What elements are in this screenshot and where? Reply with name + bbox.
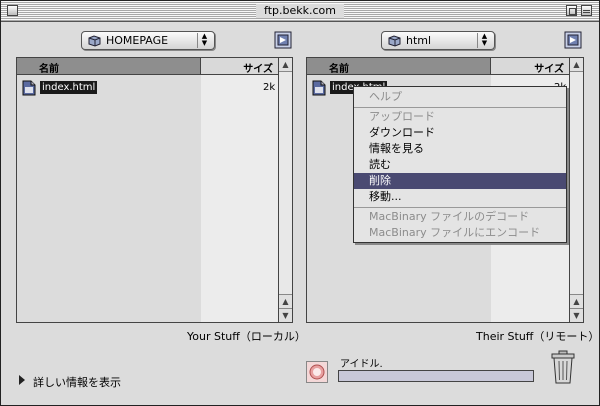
remote-size-column-header[interactable]: サイズ [491, 58, 571, 75]
local-location-label: Your Stuff（ローカル） [187, 330, 306, 343]
scroll-down-arrow-icon[interactable]: ▼ [279, 308, 292, 322]
remote-folder-popup[interactable]: html ▲ ▼ [381, 31, 495, 50]
context-menu: ヘルプ アップロード ダウンロード 情報を見る 読む 削除 移動... MacB… [353, 86, 567, 243]
scroll-up-arrow-icon[interactable]: ▲ [570, 294, 583, 308]
local-scrollbar[interactable]: ▲ ▲ ▼ [278, 58, 292, 322]
window-title: ftp.bekk.com [256, 4, 344, 18]
local-file-name: index.html [40, 81, 98, 94]
remote-folder-name: html [406, 34, 432, 47]
refresh-icon[interactable] [564, 31, 582, 49]
scroll-down-arrow-icon[interactable]: ▼ [570, 308, 583, 322]
local-size-column-header[interactable]: サイズ [201, 58, 280, 75]
local-name-column [17, 75, 201, 322]
local-list-header: 名前 サイズ [17, 58, 280, 75]
remote-list-header: 名前 サイズ [307, 58, 571, 75]
zoom-box-icon[interactable] [566, 5, 577, 16]
scroll-up-arrow-icon[interactable]: ▲ [570, 58, 583, 72]
remote-scrollbar[interactable]: ▲ ▲ ▼ [569, 58, 583, 322]
menu-item-read[interactable]: 読む [354, 157, 566, 173]
trash-icon[interactable] [550, 350, 576, 384]
stop-icon[interactable] [306, 361, 328, 383]
local-file-size: 2k [263, 82, 276, 93]
scroll-up-arrow-icon[interactable]: ▲ [279, 294, 292, 308]
folder-icon [388, 35, 401, 47]
menu-separator [354, 207, 566, 208]
menu-item-get-info[interactable]: 情報を見る [354, 141, 566, 157]
close-box-icon[interactable] [7, 5, 18, 16]
folder-icon [88, 35, 101, 47]
title-bar[interactable]: ftp.bekk.com [1, 1, 599, 22]
menu-item-decode-macbinary[interactable]: MacBinary ファイルのデコード [354, 209, 566, 225]
popup-arrows-icon: ▲ ▼ [477, 33, 491, 48]
local-file-row[interactable]: index.html 2k [21, 80, 279, 96]
popup-arrows-icon: ▲ ▼ [197, 33, 211, 48]
local-folder-popup[interactable]: HOMEPAGE ▲ ▼ [81, 31, 215, 50]
menu-item-upload[interactable]: アップロード [354, 109, 566, 125]
menu-item-help[interactable]: ヘルプ [354, 89, 566, 105]
remote-location-label: Their Stuff（リモート） [476, 330, 600, 343]
local-name-column-header[interactable]: 名前 [17, 58, 201, 75]
menu-separator [354, 107, 566, 108]
status-text: アイドル. [340, 359, 383, 370]
menu-item-encode-macbinary[interactable]: MacBinary ファイルにエンコード [354, 225, 566, 241]
remote-name-header-label: 名前 [329, 64, 349, 75]
progress-bar [338, 370, 534, 382]
html-file-icon [312, 80, 326, 96]
local-name-header-label: 名前 [39, 64, 59, 75]
local-file-list[interactable]: 名前 サイズ index.html 2k ▲ ▲ ▼ [16, 57, 293, 323]
menu-item-move[interactable]: 移動... [354, 189, 566, 205]
local-folder-name: HOMEPAGE [106, 34, 169, 47]
details-toggle-label: 詳しい情報を表示 [33, 376, 121, 389]
refresh-icon[interactable] [274, 31, 292, 49]
menu-item-download[interactable]: ダウンロード [354, 125, 566, 141]
ftp-window: ftp.bekk.com HOMEPAGE ▲ ▼ 名前 サイズ index.h… [0, 0, 600, 406]
scroll-up-arrow-icon[interactable]: ▲ [279, 58, 292, 72]
html-file-icon [22, 80, 36, 96]
local-size-column [201, 75, 280, 322]
disclosure-triangle-icon[interactable] [19, 375, 25, 385]
menu-item-delete[interactable]: 削除 [354, 173, 566, 189]
local-size-header-label: サイズ [243, 64, 273, 75]
collapse-box-icon[interactable] [581, 5, 592, 16]
remote-name-column-header[interactable]: 名前 [307, 58, 491, 75]
remote-size-header-label: サイズ [534, 64, 564, 75]
